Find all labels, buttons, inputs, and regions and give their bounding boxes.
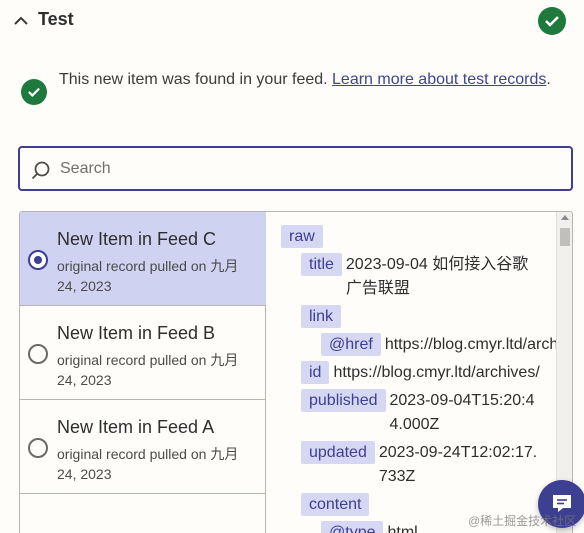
section-title: Test — [38, 9, 74, 29]
scroll-thumb[interactable] — [560, 228, 570, 246]
field-raw: raw — [281, 225, 327, 248]
field-href: @href https://blog.cmyr.ltd/archives/ — [321, 333, 556, 357]
success-check-icon — [21, 79, 47, 105]
field-key: content — [301, 493, 370, 516]
record-subtitle: original record pulled on 九月 24, 2023 — [57, 352, 239, 388]
field-updated: updated 2023-09-24T12:02:17.733Z — [301, 441, 551, 489]
record-list: New Item in Feed C original record pulle… — [20, 212, 266, 533]
section-header[interactable]: Test — [0, 0, 584, 44]
radio-button[interactable] — [28, 438, 48, 458]
watermark: @稀土掘金技术社区 — [468, 514, 577, 528]
search-icon — [31, 161, 50, 180]
record-title: New Item in Feed B — [57, 323, 216, 343]
field-key: published — [301, 389, 386, 412]
record-subtitle: original record pulled on 九月 24, 2023 — [57, 258, 239, 294]
field-value: https://blog.cmyr.ltd/archives/ — [384, 336, 556, 353]
info-message-text: This new item was found in your feed. — [59, 71, 333, 88]
record-subtitle: original record pulled on 九月 24, 2023 — [57, 446, 239, 482]
field-id: id https://blog.cmyr.ltd/archives/ — [301, 361, 540, 385]
field-type: @type html — [321, 521, 418, 533]
radio-button[interactable] — [28, 344, 48, 364]
radio-selected-dot — [34, 256, 42, 264]
field-key: title — [301, 253, 342, 276]
field-key: @type — [321, 521, 384, 533]
field-value: https://blog.cmyr.ltd/archives/ — [333, 364, 540, 381]
record-item-feed-a[interactable]: New Item in Feed A original record pulle… — [20, 400, 266, 494]
learn-more-link[interactable]: Learn more about test records — [332, 71, 546, 88]
field-key: id — [301, 361, 330, 384]
field-key: raw — [281, 225, 323, 248]
field-link: link — [301, 305, 345, 328]
field-value: 2023-09-04 如何接入谷歌广告联盟 — [345, 256, 529, 297]
field-key: link — [301, 305, 342, 328]
field-value: html — [387, 524, 418, 533]
record-item-feed-b[interactable]: New Item in Feed B original record pulle… — [20, 306, 266, 400]
field-content: content — [301, 493, 373, 516]
search-box[interactable] — [18, 146, 573, 191]
scroll-up-arrow-icon[interactable] — [561, 215, 569, 220]
record-item-feed-c[interactable]: New Item in Feed C original record pulle… — [20, 212, 266, 306]
field-key: updated — [301, 441, 375, 464]
records-panel: New Item in Feed C original record pulle… — [19, 211, 573, 533]
field-title: title 2023-09-04 如何接入谷歌广告联盟 — [301, 253, 551, 301]
chevron-up-icon[interactable] — [12, 13, 30, 27]
field-value: 2023-09-04T15:20:44.000Z — [389, 392, 535, 433]
field-published: published 2023-09-04T15:20:44.000Z — [301, 389, 551, 437]
field-value: 2023-09-24T12:02:17.733Z — [378, 444, 538, 485]
check-circle-icon — [538, 7, 566, 35]
search-input[interactable] — [60, 148, 560, 189]
record-title: New Item in Feed A — [57, 417, 215, 437]
info-message: This new item was found in your feed. Le… — [59, 68, 559, 92]
field-key: @href — [321, 333, 381, 356]
record-title: New Item in Feed C — [57, 229, 217, 249]
info-suffix: . — [546, 71, 551, 88]
radio-button[interactable] — [28, 250, 48, 270]
record-detail-pane: raw title 2023-09-04 如何接入谷歌广告联盟 link @hr… — [267, 212, 556, 533]
